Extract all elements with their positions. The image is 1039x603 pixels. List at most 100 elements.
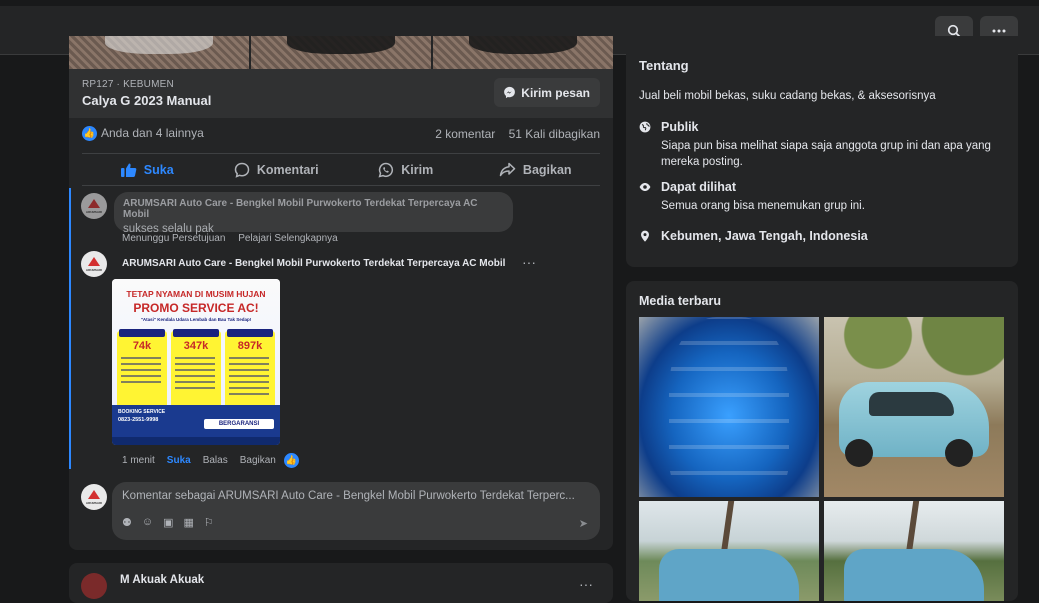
promo-header: TETAP NYAMAN DI MUSIM HUJAN PROMO SERVIC…	[112, 279, 280, 409]
avatar[interactable]: ARUMSARI	[81, 251, 107, 277]
photo-car	[844, 549, 984, 601]
promo-guarantee: BERGARANSI	[204, 419, 274, 429]
comment-pending-row: Menunggu Persetujuan Pelajari Selengkapn…	[122, 233, 348, 244]
price-line	[229, 357, 269, 359]
sticker-icon[interactable]: ⚐	[204, 516, 214, 529]
avatar-sticker-icon[interactable]: ⚉	[122, 516, 132, 529]
price-line	[175, 363, 215, 365]
comment-author[interactable]: ARUMSARI Auto Care - Bengkel Mobil Purwo…	[123, 198, 504, 220]
price-line	[229, 363, 269, 365]
price-line	[229, 381, 269, 383]
post-stats: 2 komentar 51 Kali dibagikan	[435, 127, 600, 141]
send-label: Kirim	[401, 162, 434, 177]
learn-more-link[interactable]: Pelajari Selengkapnya	[238, 233, 338, 244]
listing-photo[interactable]	[251, 36, 431, 69]
photo-car	[659, 549, 799, 601]
media-photo[interactable]	[639, 501, 819, 601]
composer-tools: ⚉ ☺ ▣ ▦ ⚐	[122, 516, 214, 529]
composer-avatar[interactable]: ARUMSARI	[81, 484, 107, 510]
send-message-button[interactable]: Kirim pesan	[494, 78, 600, 107]
shares-count[interactable]: 51 Kali dibagikan	[509, 127, 600, 141]
like-reaction-icon: 👍	[82, 126, 97, 142]
send-button[interactable]: Kirim	[341, 154, 471, 185]
price-line	[229, 393, 269, 395]
price-line	[229, 369, 269, 371]
promo-image[interactable]: TETAP NYAMAN DI MUSIM HUJAN PROMO SERVIC…	[112, 279, 280, 445]
listing-photo[interactable]	[69, 36, 249, 69]
comment-options-icon[interactable]: ···	[522, 254, 536, 270]
comment-icon	[234, 162, 250, 178]
post-actions: Suka Komentari Kirim Bagikan	[82, 153, 600, 186]
comment-input[interactable]: Komentar sebagai ARUMSARI Auto Care - Be…	[122, 490, 592, 502]
comment-like-button[interactable]: Suka	[167, 455, 191, 466]
listing-title[interactable]: Calya G 2023 Manual	[82, 93, 211, 108]
location-pin-icon	[641, 230, 649, 242]
price-line	[175, 357, 215, 359]
share-button[interactable]: Bagikan	[471, 154, 601, 185]
price-line	[175, 381, 215, 383]
price-line	[175, 369, 215, 371]
location-text[interactable]: Kebumen, Jawa Tengah, Indonesia	[661, 229, 868, 243]
share-label: Bagikan	[522, 162, 572, 177]
price-line	[121, 357, 161, 359]
promo-headline: TETAP NYAMAN DI MUSIM HUJAN	[126, 289, 266, 299]
visibility-title: Dapat dilihat	[661, 180, 737, 194]
price-line	[175, 387, 215, 389]
listing-info: RP127 · KEBUMEN Calya G 2023 Manual Kiri…	[69, 69, 613, 118]
price-value: 74k	[132, 340, 152, 352]
photo-scenery	[824, 317, 1004, 377]
comment-reply-button[interactable]: Balas	[203, 455, 228, 466]
like-button[interactable]: Suka	[82, 154, 212, 185]
price-tag	[119, 329, 165, 337]
listing-photo[interactable]	[433, 36, 613, 69]
price-line	[121, 375, 161, 377]
listing-photos[interactable]	[69, 36, 613, 69]
post-card: RP127 · KEBUMEN Calya G 2023 Manual Kiri…	[69, 36, 613, 550]
comment-button[interactable]: Komentari	[212, 154, 342, 185]
comment-author[interactable]: ARUMSARI Auto Care - Bengkel Mobil Purwo…	[122, 258, 505, 269]
price-box: 74k	[117, 329, 167, 409]
like-label: Suka	[143, 162, 174, 177]
send-comment-icon[interactable]: ➤	[579, 517, 588, 530]
post-author[interactable]: M Akuak Akuak	[120, 574, 204, 586]
more-icon	[992, 29, 1006, 33]
about-title: Tentang	[639, 58, 689, 73]
media-photo[interactable]	[639, 317, 819, 497]
like-reaction-icon[interactable]: 👍	[283, 453, 299, 468]
reactions-text[interactable]: Anda dan 4 lainnya	[101, 126, 204, 140]
privacy-description: Siapa pun bisa melihat siapa saja anggot…	[661, 140, 991, 168]
price-line	[229, 375, 269, 377]
thumbs-up-icon	[120, 163, 137, 177]
gif-icon[interactable]: ▦	[184, 516, 194, 529]
price-value: 897k	[237, 340, 263, 352]
emoji-icon[interactable]: ☺	[142, 516, 153, 529]
visibility-description: Semua orang bisa menemukan grup ini.	[661, 200, 865, 212]
recent-media-card: Media terbaru	[626, 281, 1018, 601]
comment-label: Komentari	[256, 162, 319, 177]
reactions-row: 👍 Anda dan 4 lainnya 2 komentar 51 Kali d…	[82, 126, 600, 144]
comments-count[interactable]: 2 komentar	[435, 127, 495, 141]
comment-composer[interactable]: Komentar sebagai ARUMSARI Auto Care - Be…	[112, 482, 600, 540]
listing-meta: RP127 · KEBUMEN	[82, 79, 174, 90]
promo-subtitle: "Atasi" Kendala Udara Lembab dan Bau Tak…	[140, 317, 252, 322]
promo-booking: BOOKING SERVICE	[118, 409, 166, 415]
promo-title: PROMO SERVICE AC!	[133, 301, 259, 315]
media-photo[interactable]	[824, 317, 1004, 497]
recent-media-title: Media terbaru	[639, 294, 721, 308]
about-description: Jual beli mobil bekas, suku cadang bekas…	[639, 90, 936, 102]
share-icon	[499, 162, 516, 177]
comment-bubble-pending: ARUMSARI Auto Care - Bengkel Mobil Purwo…	[114, 192, 513, 235]
privacy-title: Publik	[661, 120, 699, 134]
camera-icon[interactable]: ▣	[163, 516, 173, 529]
post-options-icon[interactable]: ···	[579, 576, 593, 592]
avatar[interactable]: ARUMSARI	[81, 193, 107, 219]
comment-time[interactable]: 1 menit	[122, 455, 155, 466]
price-line	[121, 381, 161, 383]
promo-footer: BOOKING SERVICE 0823-2551-9998 BERGARANS…	[112, 405, 280, 445]
media-photo[interactable]	[824, 501, 1004, 601]
avatar[interactable]	[81, 573, 107, 599]
price-box: 347k	[171, 329, 221, 409]
comment-share-button[interactable]: Bagikan	[240, 455, 276, 466]
price-tag	[227, 329, 273, 337]
whatsapp-icon	[378, 162, 394, 178]
